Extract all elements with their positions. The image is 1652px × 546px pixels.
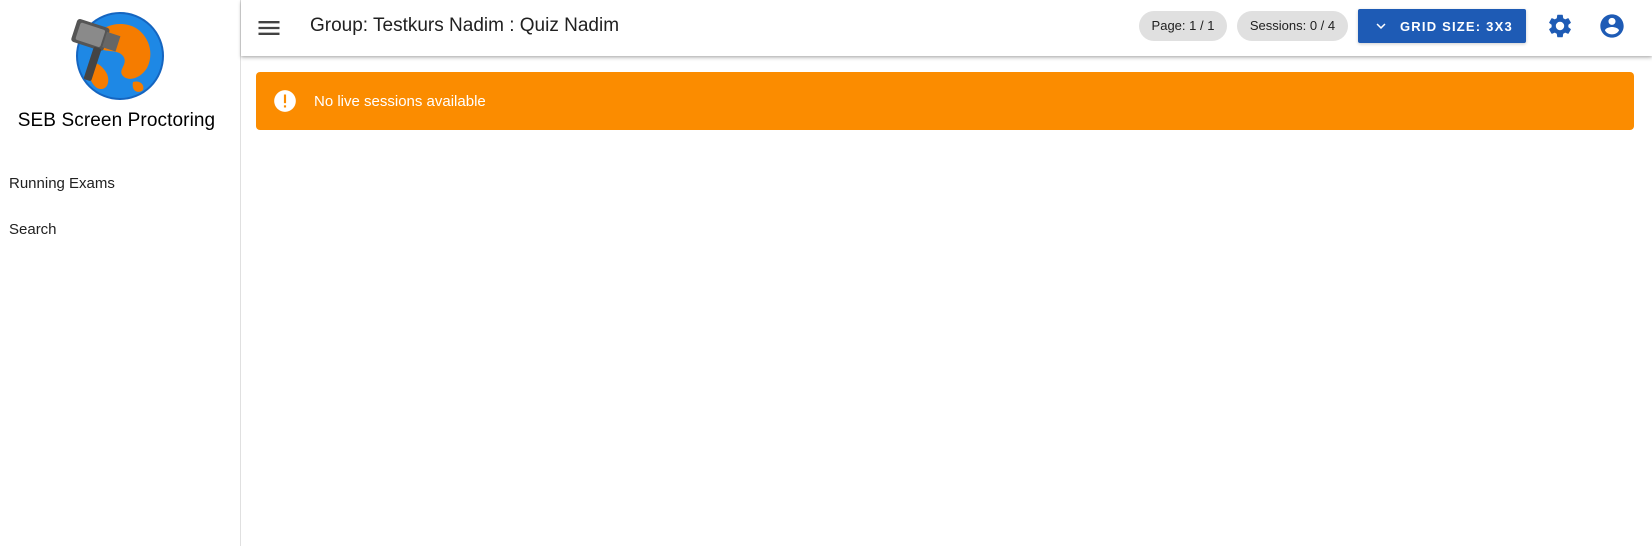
sidebar-nav: Running Exams Search xyxy=(0,161,240,253)
menu-icon[interactable] xyxy=(255,14,283,42)
gear-icon[interactable] xyxy=(1546,12,1574,40)
grid-size-label: GRID SIZE: 3X3 xyxy=(1400,18,1513,34)
seb-logo-icon xyxy=(67,12,167,104)
sidebar-item-search[interactable]: Search xyxy=(0,207,240,253)
app-title: SEB Screen Proctoring xyxy=(17,110,216,131)
account-circle-icon[interactable] xyxy=(1598,12,1626,40)
app-root: SEB Screen Proctoring Running Exams Sear… xyxy=(0,0,1652,546)
no-sessions-alert: No live sessions available xyxy=(256,72,1634,130)
sessions-chip: Sessions: 0 / 4 xyxy=(1237,11,1348,41)
page-chip: Page: 1 / 1 xyxy=(1139,11,1227,41)
alert-message: No live sessions available xyxy=(314,92,486,110)
sidebar-item-running-exams[interactable]: Running Exams xyxy=(0,161,240,207)
alert-circle-icon xyxy=(274,90,296,112)
top-app-bar: Group: Testkurs Nadim : Quiz Nadim Page:… xyxy=(241,0,1652,56)
chevron-down-icon xyxy=(1376,23,1386,29)
grid-size-button[interactable]: GRID SIZE: 3X3 xyxy=(1358,9,1526,43)
sidebar: SEB Screen Proctoring Running Exams Sear… xyxy=(0,0,241,546)
main-content: No live sessions available xyxy=(241,56,1652,546)
page-title: Group: Testkurs Nadim : Quiz Nadim xyxy=(310,15,620,36)
